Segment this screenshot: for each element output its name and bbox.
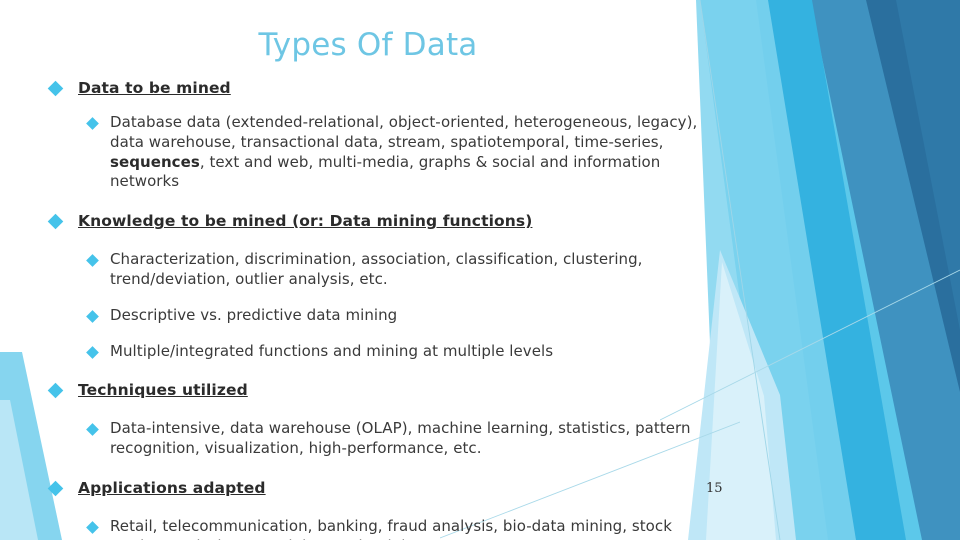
diamond-bullet-icon [47, 80, 64, 97]
bullet-text: Retail, telecommunication, banking, frau… [110, 516, 672, 540]
bullet-level1: Techniques utilized [0, 380, 740, 402]
diamond-bullet-icon [86, 309, 99, 323]
slide: Types Of Data Data to be mined Database … [0, 0, 960, 540]
diamond-bullet-icon [47, 383, 64, 399]
section-heading: Knowledge to be mined (or: Data mining f… [78, 212, 533, 231]
diamond-bullet-icon [86, 254, 99, 268]
bullet-level2: Data-intensive, data warehouse (OLAP), m… [0, 419, 740, 459]
bullet-level1: Data to be mined [0, 78, 740, 100]
bullet-text: Descriptive vs. predictive data mining [110, 305, 398, 324]
bullet-level2: Database data (extended-relational, obje… [0, 113, 740, 192]
bullet-text: Data-intensive, data warehouse (OLAP), m… [110, 419, 691, 458]
diamond-bullet-icon [47, 480, 64, 497]
section-heading: Applications adapted [78, 478, 266, 497]
diamond-bullet-icon [86, 117, 99, 130]
section-heading: Data to be mined [78, 79, 231, 97]
slide-number: 15 [706, 481, 723, 496]
section-heading: Techniques utilized [78, 381, 248, 400]
bullet-level2: Descriptive vs. predictive data mining [0, 306, 740, 326]
bullet-level2: Characterization, discrimination, associ… [0, 250, 740, 290]
diamond-bullet-icon [86, 521, 99, 534]
bullet-text: Database data (extended-relational, obje… [110, 113, 698, 191]
diamond-bullet-icon [86, 423, 99, 437]
bullet-text: Characterization, discrimination, associ… [110, 250, 643, 288]
bullet-level2: Retail, telecommunication, banking, frau… [0, 517, 740, 540]
slide-body: Data to be mined Database data (extended… [0, 78, 740, 540]
bullet-text: Multiple/integrated functions and mining… [110, 341, 554, 360]
diamond-bullet-icon [47, 213, 64, 230]
page-title: Types Of Data [258, 27, 478, 63]
bullet-level2: Multiple/integrated functions and mining… [0, 342, 740, 362]
bullet-level1: Knowledge to be mined (or: Data mining f… [0, 211, 740, 233]
diamond-bullet-icon [86, 345, 99, 359]
bullet-level1: Applications adapted [0, 478, 740, 500]
